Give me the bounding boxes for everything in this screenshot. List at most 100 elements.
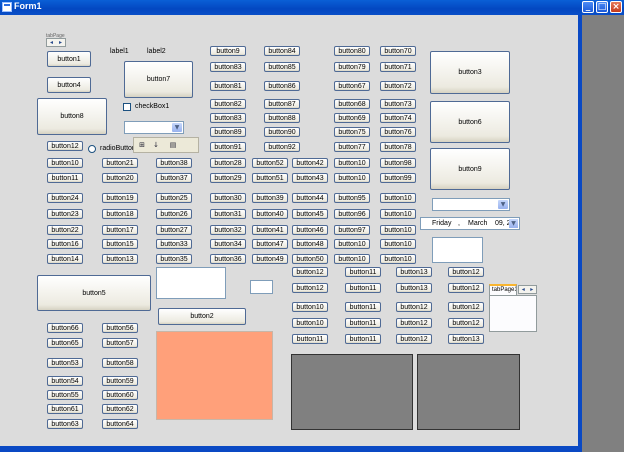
button24[interactable]: button24 (47, 193, 83, 203)
button51[interactable]: button51 (252, 173, 288, 183)
button12-c10b[interactable]: button12 (448, 283, 484, 293)
button67[interactable]: button67 (334, 81, 370, 91)
categorized-icon[interactable]: ⊞ (137, 140, 147, 150)
button40[interactable]: button40 (252, 209, 288, 219)
button30[interactable]: button30 (210, 193, 246, 203)
button48[interactable]: button48 (292, 239, 328, 249)
button52[interactable]: button52 (252, 158, 288, 168)
button38[interactable]: button38 (156, 158, 192, 168)
button12-c9c[interactable]: button12 (396, 302, 432, 312)
button4[interactable]: button4 (47, 77, 91, 93)
button29[interactable]: button29 (210, 173, 246, 183)
chevron-down-icon[interactable]: ▼ (498, 200, 508, 209)
button8[interactable]: button8 (37, 98, 107, 135)
button83b[interactable]: button83 (210, 113, 246, 123)
button10-c8b[interactable]: button10 (380, 209, 416, 219)
textbox-right[interactable] (432, 237, 483, 263)
button35[interactable]: button35 (156, 254, 192, 264)
scroll-right-icon[interactable]: ▸ (56, 39, 65, 46)
button28[interactable]: button28 (210, 158, 246, 168)
button84[interactable]: button84 (264, 46, 300, 56)
button14[interactable]: button14 (47, 254, 83, 264)
button10-c8c[interactable]: button10 (380, 225, 416, 235)
button13-c9a[interactable]: button13 (396, 267, 432, 277)
button10-c8a[interactable]: button10 (380, 193, 416, 203)
button10-c7c[interactable]: button10 (334, 239, 370, 249)
button96[interactable]: button96 (334, 209, 370, 219)
button72[interactable]: button72 (380, 81, 416, 91)
button33[interactable]: button33 (156, 239, 192, 249)
button9-small[interactable]: button9 (210, 46, 246, 56)
button63[interactable]: button63 (47, 419, 83, 429)
combobox-right[interactable]: ▼ (432, 198, 510, 211)
button11-r5[interactable]: button11 (292, 334, 328, 344)
button11-c7h[interactable]: button11 (345, 318, 381, 328)
button13[interactable]: button13 (102, 254, 138, 264)
button11-c7i[interactable]: button11 (345, 334, 381, 344)
button16[interactable]: button16 (47, 239, 83, 249)
button12-c10a[interactable]: button12 (448, 267, 484, 277)
datetime-picker[interactable]: Friday , March 09, 2 ▼ (420, 217, 520, 230)
button12-c10c[interactable]: button12 (448, 302, 484, 312)
button32[interactable]: button32 (210, 225, 246, 235)
button82[interactable]: button82 (210, 99, 246, 109)
button22[interactable]: button22 (47, 225, 83, 235)
button27[interactable]: button27 (156, 225, 192, 235)
button76[interactable]: button76 (380, 127, 416, 137)
button44[interactable]: button44 (292, 193, 328, 203)
button13-c10e[interactable]: button13 (448, 334, 484, 344)
button46[interactable]: button46 (292, 225, 328, 235)
button79[interactable]: button79 (334, 62, 370, 72)
button77[interactable]: button77 (334, 142, 370, 152)
button71[interactable]: button71 (380, 62, 416, 72)
button9[interactable]: button9 (430, 148, 510, 190)
button88[interactable]: button88 (264, 113, 300, 123)
button10-c8e[interactable]: button10 (380, 254, 416, 264)
button57[interactable]: button57 (102, 338, 138, 348)
button89[interactable]: button89 (210, 127, 246, 137)
button68[interactable]: button68 (334, 99, 370, 109)
maximize-button[interactable]: □ (596, 1, 608, 13)
button31[interactable]: button31 (210, 209, 246, 219)
button26[interactable]: button26 (156, 209, 192, 219)
checkbox1-box[interactable] (123, 103, 131, 111)
button41[interactable]: button41 (252, 225, 288, 235)
button56[interactable]: button56 (102, 323, 138, 333)
button11-c7g[interactable]: button11 (345, 302, 381, 312)
button64[interactable]: button64 (102, 419, 138, 429)
button47[interactable]: button47 (252, 239, 288, 249)
button50[interactable]: button50 (292, 254, 328, 264)
button43[interactable]: button43 (292, 173, 328, 183)
button10-c7a[interactable]: button10 (334, 158, 370, 168)
button78[interactable]: button78 (380, 142, 416, 152)
button5[interactable]: button5 (37, 275, 151, 311)
property-pages-icon[interactable]: ▤ (168, 140, 178, 150)
tabstrip-small-scroll[interactable]: ◂ ▸ (46, 38, 66, 47)
tab-scroll-buttons[interactable]: ◂ ▸ (518, 285, 537, 294)
textbox-small[interactable] (250, 280, 273, 294)
scroll-right-icon[interactable]: ▸ (528, 286, 537, 293)
button42[interactable]: button42 (292, 158, 328, 168)
button58[interactable]: button58 (102, 358, 138, 368)
button83[interactable]: button83 (210, 62, 246, 72)
textbox-mid[interactable] (156, 267, 226, 299)
button37[interactable]: button37 (156, 173, 192, 183)
button91[interactable]: button91 (210, 142, 246, 152)
scroll-left-icon[interactable]: ◂ (519, 286, 528, 293)
button12-r2[interactable]: button12 (292, 283, 328, 293)
button61[interactable]: button61 (47, 404, 83, 414)
button34[interactable]: button34 (210, 239, 246, 249)
button17[interactable]: button17 (102, 225, 138, 235)
button49[interactable]: button49 (252, 254, 288, 264)
radiobutton1-circle[interactable] (88, 145, 96, 153)
button54[interactable]: button54 (47, 376, 83, 386)
button80[interactable]: button80 (334, 46, 370, 56)
button97[interactable]: button97 (334, 225, 370, 235)
button12-c10d[interactable]: button12 (448, 318, 484, 328)
button55[interactable]: button55 (47, 390, 83, 400)
combobox-left[interactable]: ▼ (124, 121, 184, 134)
button7[interactable]: button7 (124, 61, 193, 98)
button66[interactable]: button66 (47, 323, 83, 333)
button15[interactable]: button15 (102, 239, 138, 249)
button81[interactable]: button81 (210, 81, 246, 91)
